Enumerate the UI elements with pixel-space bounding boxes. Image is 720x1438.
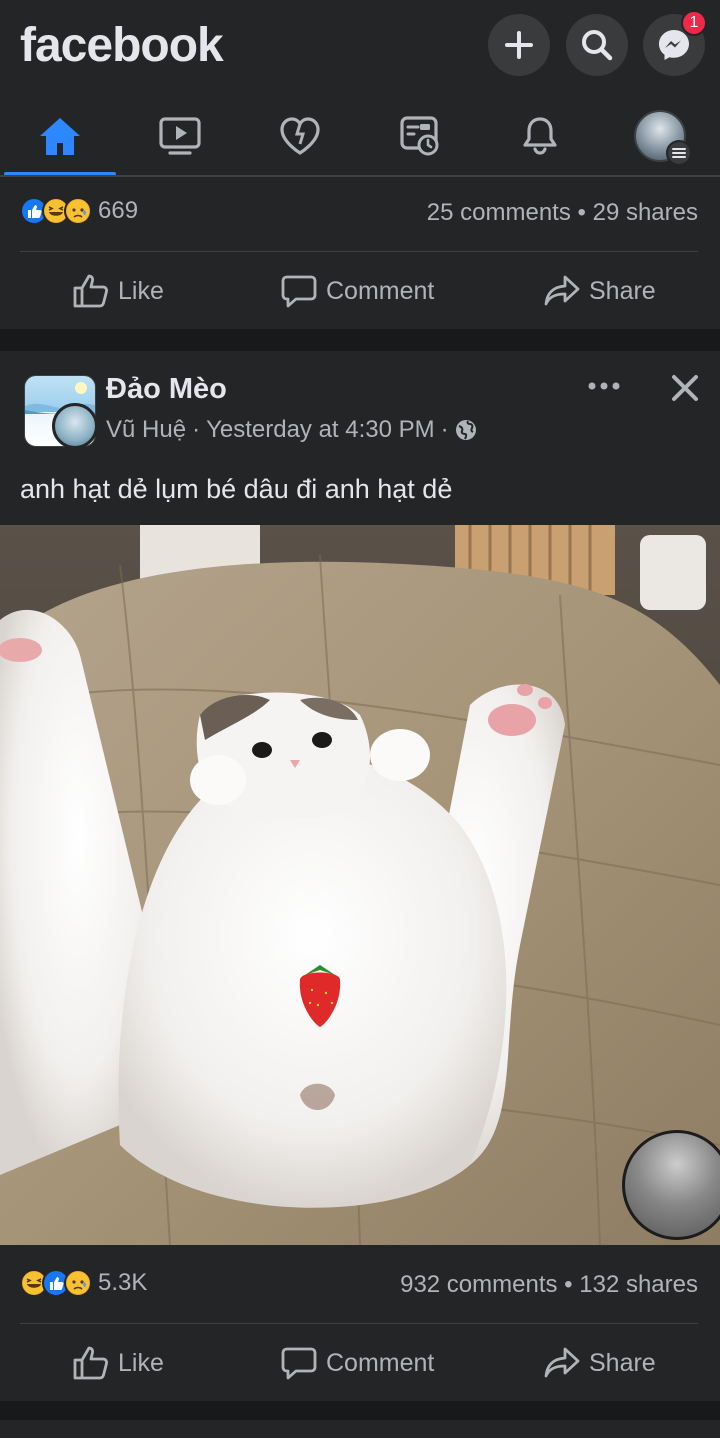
post-stats: 25 comments • 29 shares [427,199,698,227]
like-label: Like [118,1348,164,1377]
reactions-summary-2[interactable]: 5.3K [20,1269,147,1297]
reactions-summary[interactable]: 669 [20,197,138,225]
author-avatar[interactable] [52,403,98,449]
comment-icon [281,275,317,308]
comments-count[interactable]: 25 comments [427,199,571,226]
comments-count[interactable]: 932 comments [400,1271,557,1298]
share-icon [544,1347,580,1378]
comment-button[interactable]: Comment [280,273,434,309]
meta-dot: · [192,416,201,443]
tab-notifications[interactable] [480,96,600,176]
post-card-previous: 669 25 comments • 29 shares Like Comment… [0,177,720,329]
shares-count[interactable]: 29 shares [593,199,698,226]
globe-icon [455,420,476,440]
share-label: Share [589,276,656,305]
comment-button[interactable]: Comment [280,1345,434,1381]
comment-label: Comment [326,1348,435,1377]
close-icon [672,375,698,401]
plus-icon [505,31,533,59]
tab-watch[interactable] [120,96,240,176]
create-button[interactable] [488,14,550,76]
shares-count[interactable]: 132 shares [579,1271,698,1298]
search-icon [582,30,613,61]
post-text: anh hạt dẻ lụm bé dâu đi anh hạt dẻ [20,474,453,504]
bell-icon [523,117,557,155]
facebook-logo[interactable]: facebook [20,18,224,73]
post-time[interactable]: Yesterday at 4:30 PM [206,416,435,444]
author-name[interactable]: Vũ Huệ [106,416,186,444]
watch-icon [159,117,201,155]
share-button[interactable]: Share [543,1345,656,1381]
search-button[interactable] [566,14,628,76]
reaction-count: 5.3K [98,1269,148,1296]
messenger-button[interactable]: 1 [643,10,707,76]
post-meta: Vũ Huệ · Yesterday at 4:30 PM · [106,416,477,444]
nav-tabs [0,96,720,176]
like-label: Like [118,276,164,305]
comment-label: Comment [326,276,435,305]
tab-dating[interactable] [240,96,360,176]
stats-separator: • [577,199,586,226]
more-icon [588,382,620,390]
like-icon [73,1346,108,1380]
more-options-button[interactable] [584,373,624,399]
home-icon [40,118,80,155]
reaction-count: 669 [98,197,139,224]
like-icon [73,274,108,308]
menu-icon [666,140,692,166]
sad-reaction-icon [64,1269,92,1297]
stats-separator: • [564,1271,573,1298]
like-button[interactable]: Like [72,273,164,309]
top-bar: facebook 1 [0,0,720,177]
messenger-badge: 1 [681,10,707,36]
action-divider [20,1323,698,1324]
post-stats-2: 932 comments • 132 shares [400,1271,698,1299]
share-icon [544,275,580,306]
page-name[interactable]: Đảo Mèo [106,373,227,406]
tab-home[interactable] [0,96,120,176]
action-divider [20,251,698,252]
post-footer: 5.3K 932 comments • 132 shares Like Comm… [0,1245,720,1401]
comment-icon [281,1347,317,1380]
tab-profile-menu[interactable] [600,96,720,176]
meta-dot-2: · [440,416,449,443]
dating-icon [280,117,320,155]
next-post-edge [0,1420,720,1438]
like-button[interactable]: Like [72,1345,164,1381]
sad-reaction-icon [64,197,92,225]
share-label: Share [589,1348,656,1377]
profile-avatar [634,110,692,166]
hide-post-button[interactable] [666,369,704,407]
post-photo[interactable] [0,525,720,1245]
tab-feeds[interactable] [360,96,480,176]
share-button[interactable]: Share [543,273,656,309]
feeds-icon [400,116,439,156]
